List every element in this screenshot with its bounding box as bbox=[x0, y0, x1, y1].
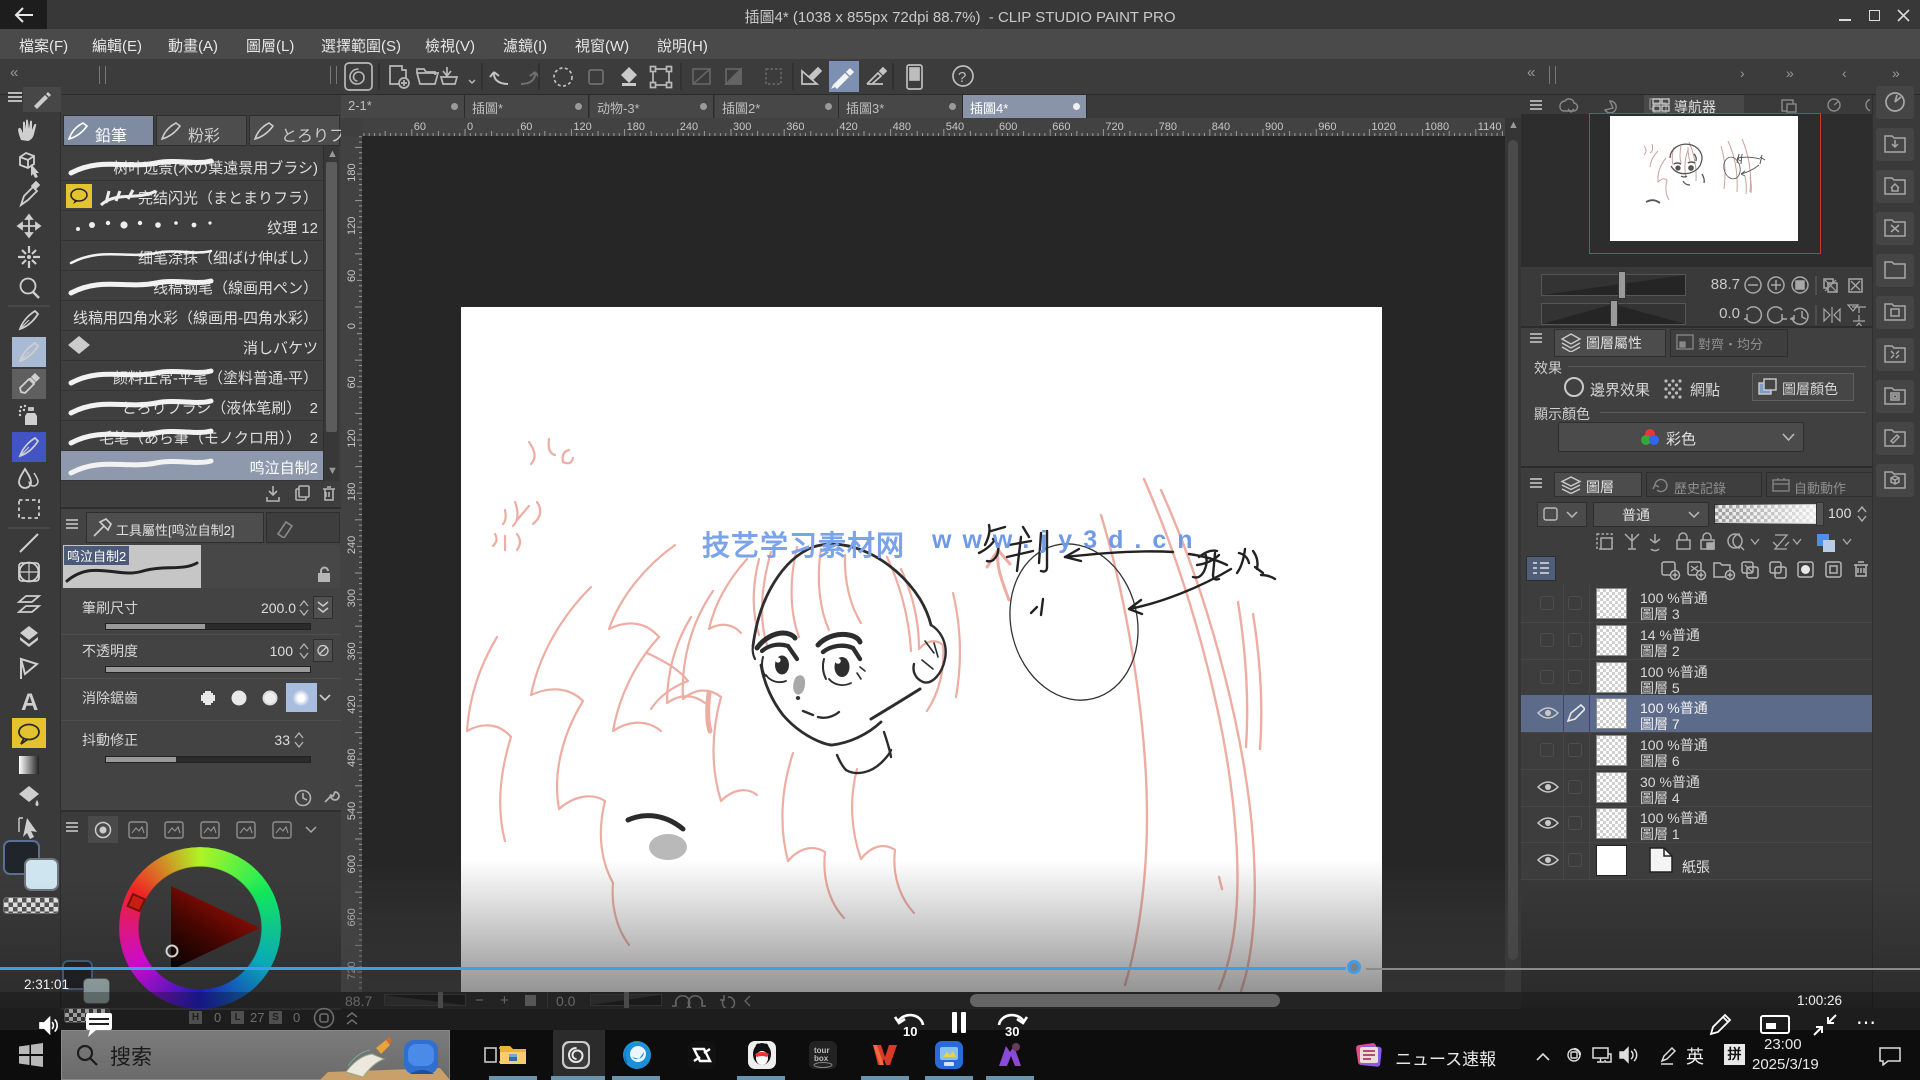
svg-text:180: 180 bbox=[346, 483, 358, 501]
svg-text:0: 0 bbox=[467, 121, 473, 133]
svg-text:540: 540 bbox=[946, 121, 964, 133]
svg-text:780: 780 bbox=[1159, 121, 1177, 133]
svg-text:300: 300 bbox=[733, 121, 751, 133]
svg-text:960: 960 bbox=[1318, 121, 1336, 133]
svg-text:420: 420 bbox=[346, 695, 358, 713]
svg-text:240: 240 bbox=[346, 536, 358, 554]
svg-text:360: 360 bbox=[786, 121, 804, 133]
svg-text:60: 60 bbox=[346, 376, 358, 388]
svg-text:480: 480 bbox=[346, 749, 358, 767]
svg-text:480: 480 bbox=[893, 121, 911, 133]
svg-text:1020: 1020 bbox=[1371, 121, 1395, 133]
svg-text:240: 240 bbox=[680, 121, 698, 133]
svg-text:360: 360 bbox=[346, 642, 358, 660]
svg-text:420: 420 bbox=[839, 121, 857, 133]
svg-text:720: 720 bbox=[346, 961, 358, 979]
svg-text:540: 540 bbox=[346, 802, 358, 820]
svg-text:660: 660 bbox=[1052, 121, 1070, 133]
svg-text:60: 60 bbox=[414, 121, 426, 133]
svg-text:1080: 1080 bbox=[1425, 121, 1449, 133]
svg-text:180: 180 bbox=[627, 121, 645, 133]
svg-text:120: 120 bbox=[573, 121, 591, 133]
svg-text:60: 60 bbox=[520, 121, 532, 133]
svg-text:10: 10 bbox=[903, 1024, 917, 1039]
svg-text:660: 660 bbox=[346, 908, 358, 926]
svg-text:120: 120 bbox=[346, 429, 358, 447]
svg-text:0: 0 bbox=[346, 323, 358, 329]
svg-text:300: 300 bbox=[346, 589, 358, 607]
svg-text:?: ? bbox=[958, 69, 966, 86]
svg-text:1140: 1140 bbox=[1478, 121, 1502, 133]
svg-text:840: 840 bbox=[1212, 121, 1230, 133]
svg-text:600: 600 bbox=[346, 855, 358, 873]
svg-text:box: box bbox=[814, 1054, 829, 1063]
svg-text:900: 900 bbox=[1265, 121, 1283, 133]
svg-text:120: 120 bbox=[346, 217, 358, 235]
svg-text:600: 600 bbox=[999, 121, 1017, 133]
svg-text:30: 30 bbox=[1005, 1024, 1019, 1039]
svg-text:60: 60 bbox=[346, 270, 358, 282]
svg-text:A: A bbox=[21, 689, 38, 716]
svg-text:180: 180 bbox=[346, 163, 358, 181]
svg-text:720: 720 bbox=[1105, 121, 1123, 133]
